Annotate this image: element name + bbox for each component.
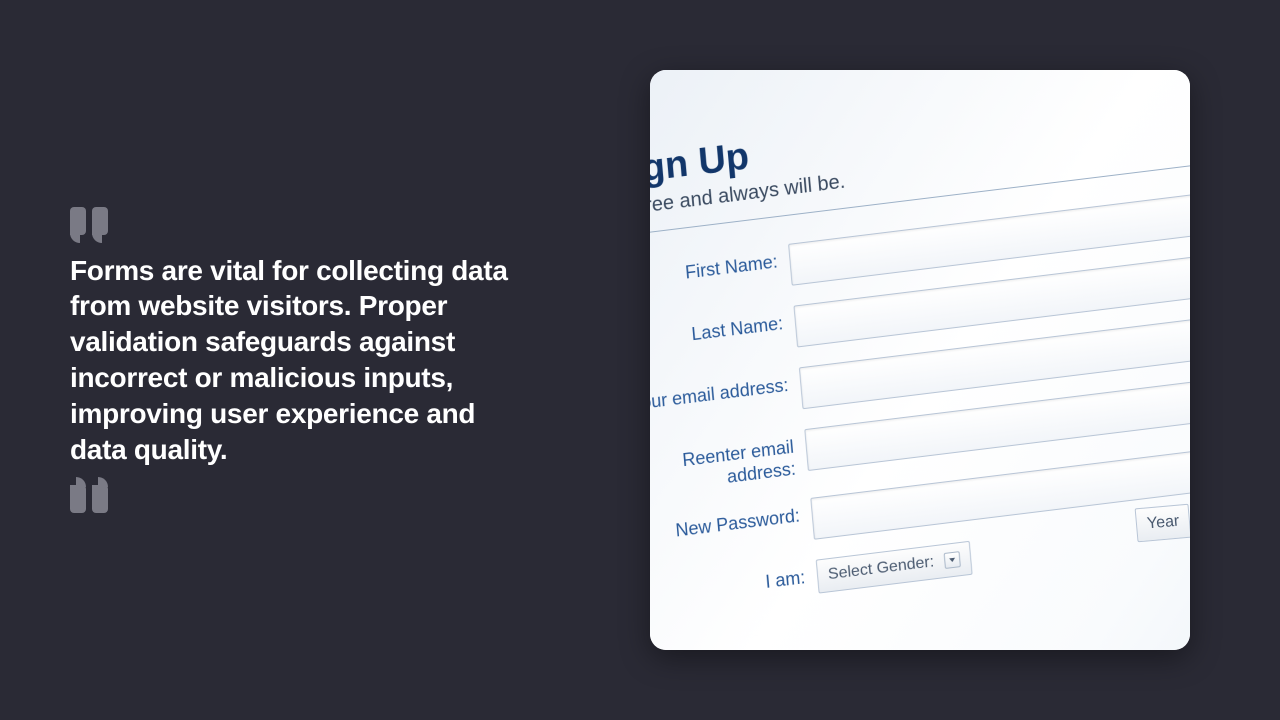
quote-panel: Forms are vital for collecting data from… [0,207,560,514]
signup-form-image: Sign Up It's free and always will be. Fi… [650,70,1190,650]
iam-label: I am: [650,560,818,609]
quote-close-icon [70,485,530,513]
quote-text: Forms are vital for collecting data from… [70,253,530,468]
chevron-down-icon [943,551,960,569]
year-select-label: Year [1146,513,1180,534]
last-name-label: Last Name: [650,306,796,355]
gender-select[interactable]: Select Gender: [816,541,973,594]
first-name-label: First Name: [650,244,790,293]
year-select[interactable]: Year [1134,504,1190,543]
reenter-email-label: Reenter email address: [650,429,809,499]
email-label: Your email address: [650,367,801,416]
gender-select-label: Select Gender: [827,554,935,585]
quote-open-icon [70,207,530,235]
password-label: New Password: [650,498,813,547]
